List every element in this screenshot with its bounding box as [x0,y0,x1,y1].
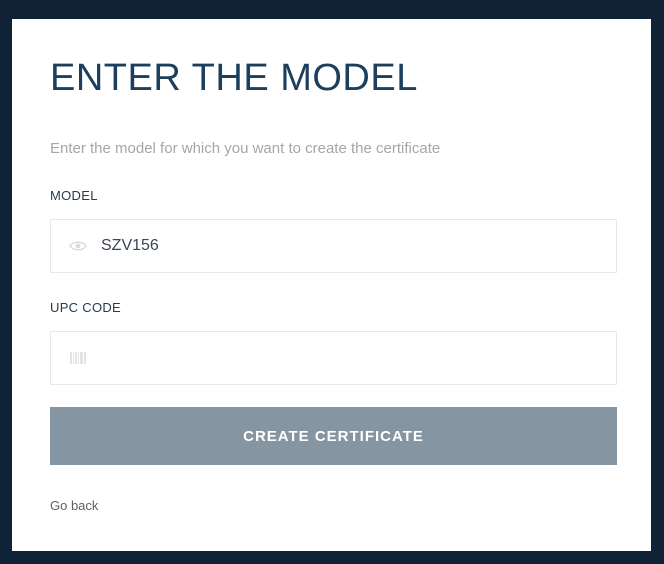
model-input[interactable] [101,220,601,272]
upc-input[interactable] [101,332,601,384]
create-certificate-button[interactable]: CREATE CERTIFICATE [50,407,617,465]
go-back-link[interactable]: Go back [50,499,98,512]
model-field[interactable] [50,219,617,273]
eye-icon [69,241,87,251]
upc-field[interactable] [50,331,617,385]
barcode-icon [70,352,86,364]
page-subtitle: Enter the model for which you want to cr… [50,140,441,157]
upc-label: UPC CODE [50,300,122,315]
certificate-card: ENTER THE MODEL Enter the model for whic… [12,19,651,551]
page-title: ENTER THE MODEL [50,57,418,99]
model-label: MODEL [50,188,98,203]
